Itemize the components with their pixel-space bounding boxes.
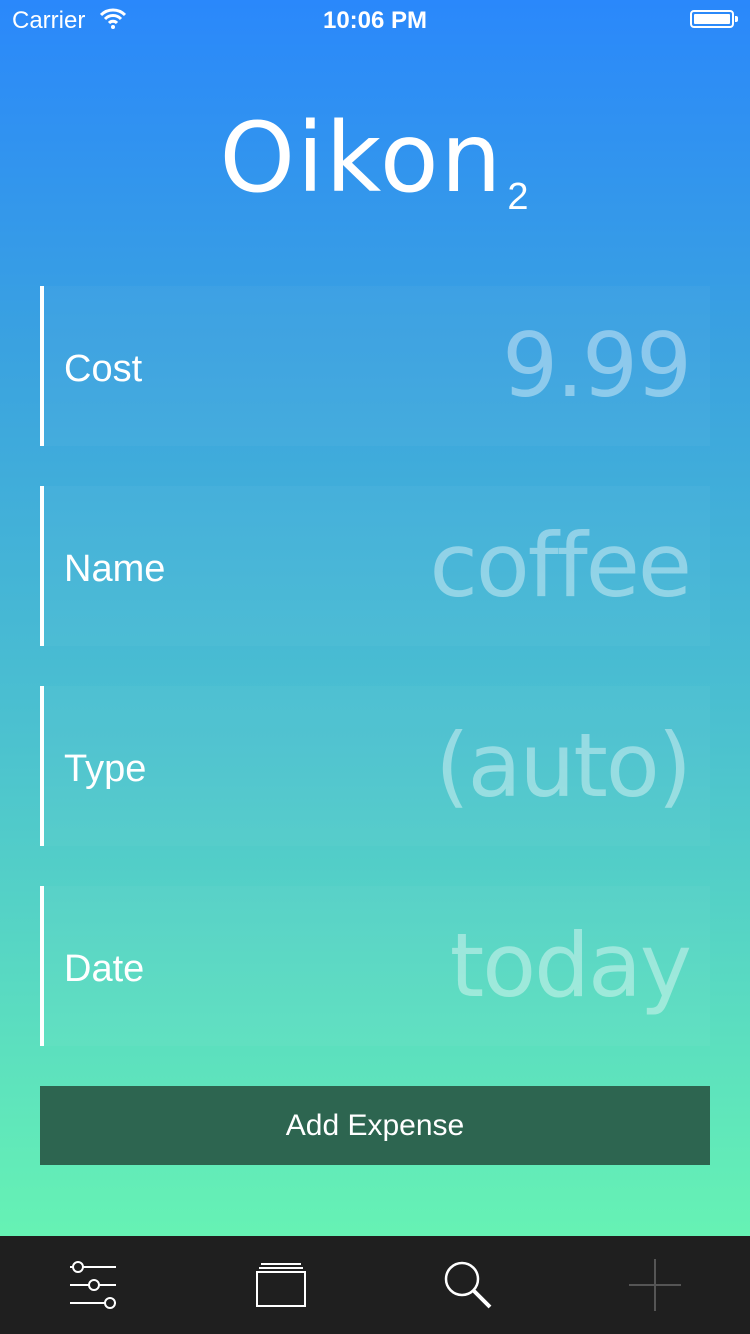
type-row[interactable]: Type (auto) (40, 686, 710, 846)
row-accent-bar (40, 886, 44, 1046)
stack-icon (255, 1263, 306, 1307)
status-time: 10:06 PM (322, 7, 428, 34)
plus-icon (628, 1259, 681, 1311)
tab-search[interactable] (374, 1236, 561, 1334)
app-title-subscript: 2 (507, 176, 531, 218)
type-field[interactable]: (auto) (435, 716, 692, 816)
add-expense-button[interactable]: Add Expense (40, 1086, 710, 1165)
search-icon (444, 1261, 491, 1309)
cost-field[interactable]: 9.99 (502, 316, 692, 416)
row-accent-bar (40, 686, 44, 846)
type-label: Type (64, 748, 147, 790)
app-screen: Carrier 10:06 PM Oikon 2 Cost 9.99 Name c… (0, 0, 750, 1236)
cost-label: Cost (64, 348, 143, 390)
name-field[interactable]: coffee (430, 516, 692, 616)
tab-add[interactable] (561, 1236, 748, 1334)
battery-icon (690, 10, 738, 28)
app-title: Oikon 2 (0, 108, 750, 247)
date-label: Date (64, 948, 145, 990)
row-accent-bar (40, 486, 44, 646)
tab-bar (0, 1236, 750, 1334)
tab-settings[interactable] (0, 1236, 187, 1334)
name-row[interactable]: Name coffee (40, 486, 710, 646)
tab-history[interactable] (187, 1236, 374, 1334)
sliders-icon (69, 1261, 116, 1309)
row-accent-bar (40, 286, 44, 446)
status-bar: Carrier 10:06 PM (0, 0, 750, 40)
app-title-text: Oikon (219, 102, 504, 214)
cost-row[interactable]: Cost 9.99 (40, 286, 710, 446)
date-row[interactable]: Date today (40, 886, 710, 1046)
date-field[interactable]: today (450, 916, 692, 1016)
name-label: Name (64, 548, 166, 590)
